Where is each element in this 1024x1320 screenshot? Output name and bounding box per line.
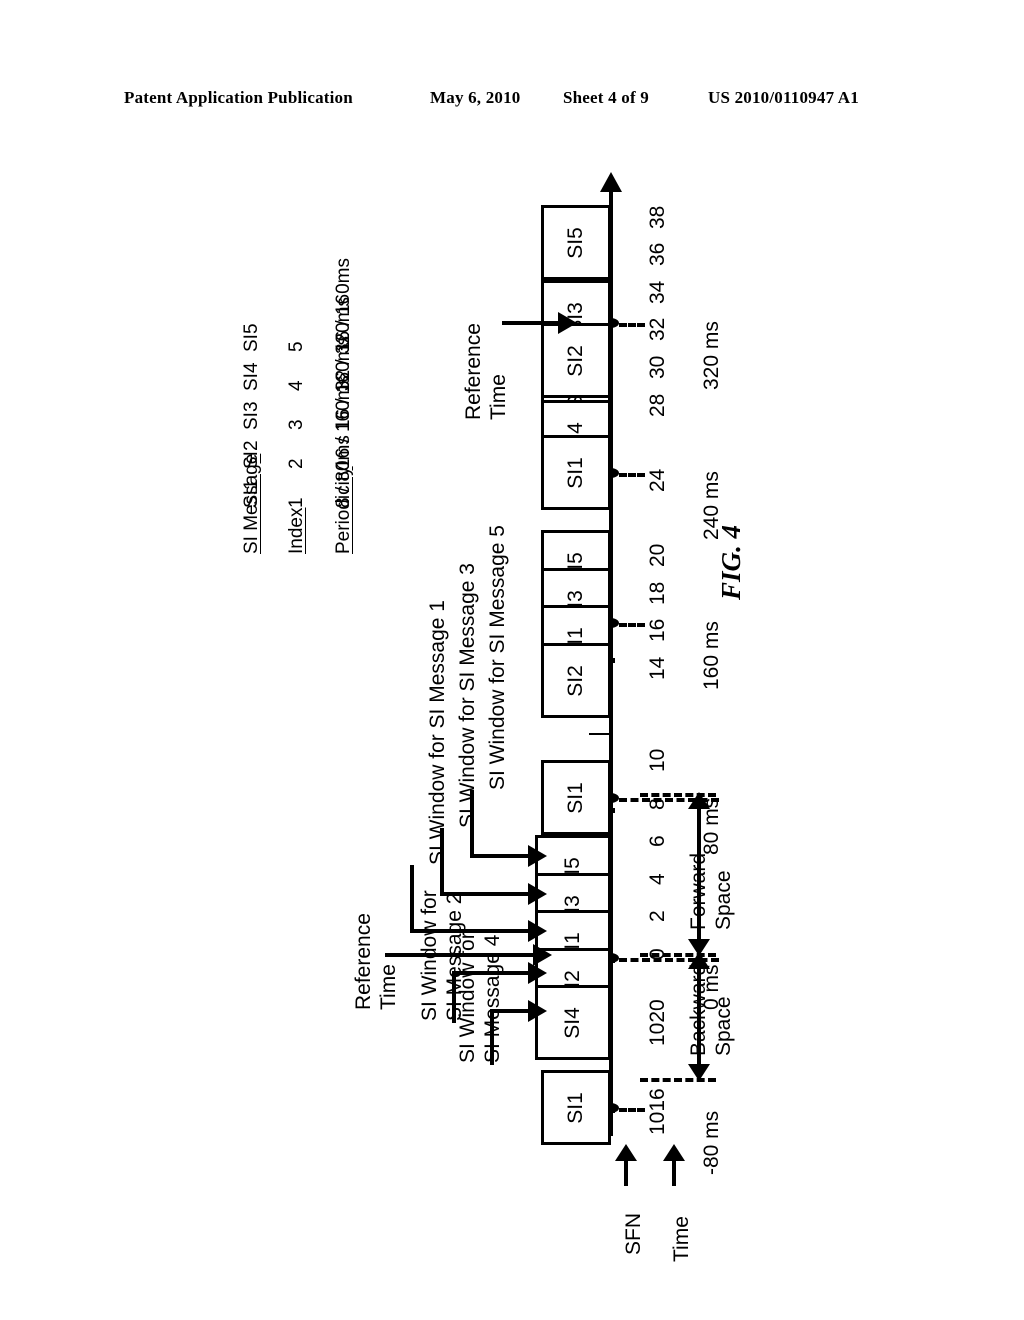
sfn-tick-label: 16 [646,618,669,642]
sfn-tick-label: 38 [646,205,669,229]
si-window-box: SI1 [541,760,611,835]
sfn-tick-label: 10 [646,748,669,772]
sfn-tick-label: 24 [646,468,669,492]
time-leader-line [619,323,645,327]
sfn-tick-label: 18 [646,581,669,605]
sfn-tick-label: 4 [646,873,669,885]
time-leader-line [619,473,645,477]
time-mark-label: 160 ms [700,621,723,690]
si-window-4-label: SI Window for SI Message 4 [456,932,504,1063]
sfn-tick-label: 20 [646,543,669,567]
sfn-tick-label: 1020 [646,999,669,1046]
si-window-box: SI1 [541,1070,611,1145]
sfn-tick-label: 32 [646,317,669,341]
time-leader-line [619,1108,645,1112]
backward-space-label: Backward Space [687,963,736,1056]
sfn-axis-arrow-icon [615,1144,637,1186]
sfn-tick-label: 34 [646,280,669,304]
si-window-box: SI2 [541,643,611,718]
time-leader-line [619,623,645,627]
si-box-label: SI1 [564,781,587,814]
sfn-tick-label: 30 [646,355,669,379]
si-box-label: SI2 [564,664,587,697]
si-box-label: SI1 [564,456,587,489]
sfn-tick-label: 2 [646,910,669,922]
si-window-box: SI2 [541,323,611,398]
time-axis-name: Time [670,1216,693,1262]
si-box-label: SI2 [564,344,587,377]
si-window-box: SI4 [535,985,611,1060]
si-window-5-pointer [470,845,547,867]
sfn-tick-label: 14 [646,656,669,680]
sfn-tick-label: 28 [646,393,669,417]
si-window-5-label: SI Window for SI Message 5 [486,525,509,790]
sfn-tick-label: 36 [646,242,669,266]
si-window-1-label: SI Window for SI Message 1 [426,600,449,865]
time-mark-label: 320 ms [700,321,723,390]
sfn-tick-label: 1016 [646,1088,669,1135]
time-axis-arrow-icon [663,1144,685,1186]
si-box-label: SI4 [561,1006,584,1039]
timeline-diagram: 38 36 34 32 30 28 24 20 18 16 14 10 8 6 … [0,0,1024,1320]
sfn-axis-name: SFN [622,1213,645,1255]
si-box-label: SI5 [564,226,587,259]
si-box-label: SI1 [564,1091,587,1124]
reference-time-label-left: Reference Time [352,913,400,1010]
si-window-box: SI5 [541,205,611,280]
axis-tick [589,733,609,735]
si-window-box: SI1 [541,435,611,510]
reference-time-label-right: Reference Time [462,323,510,420]
si-window-3-label: SI Window for SI Message 3 [456,563,479,828]
sfn-tick-label: 6 [646,835,669,847]
forward-space-label: Forward Space [687,852,736,930]
sfn-tick-label: 8 [646,798,669,810]
si-window-1-elbow [410,865,414,933]
time-mark-label: -80 ms [700,1110,723,1175]
time-mark-label: 240 ms [700,471,723,540]
